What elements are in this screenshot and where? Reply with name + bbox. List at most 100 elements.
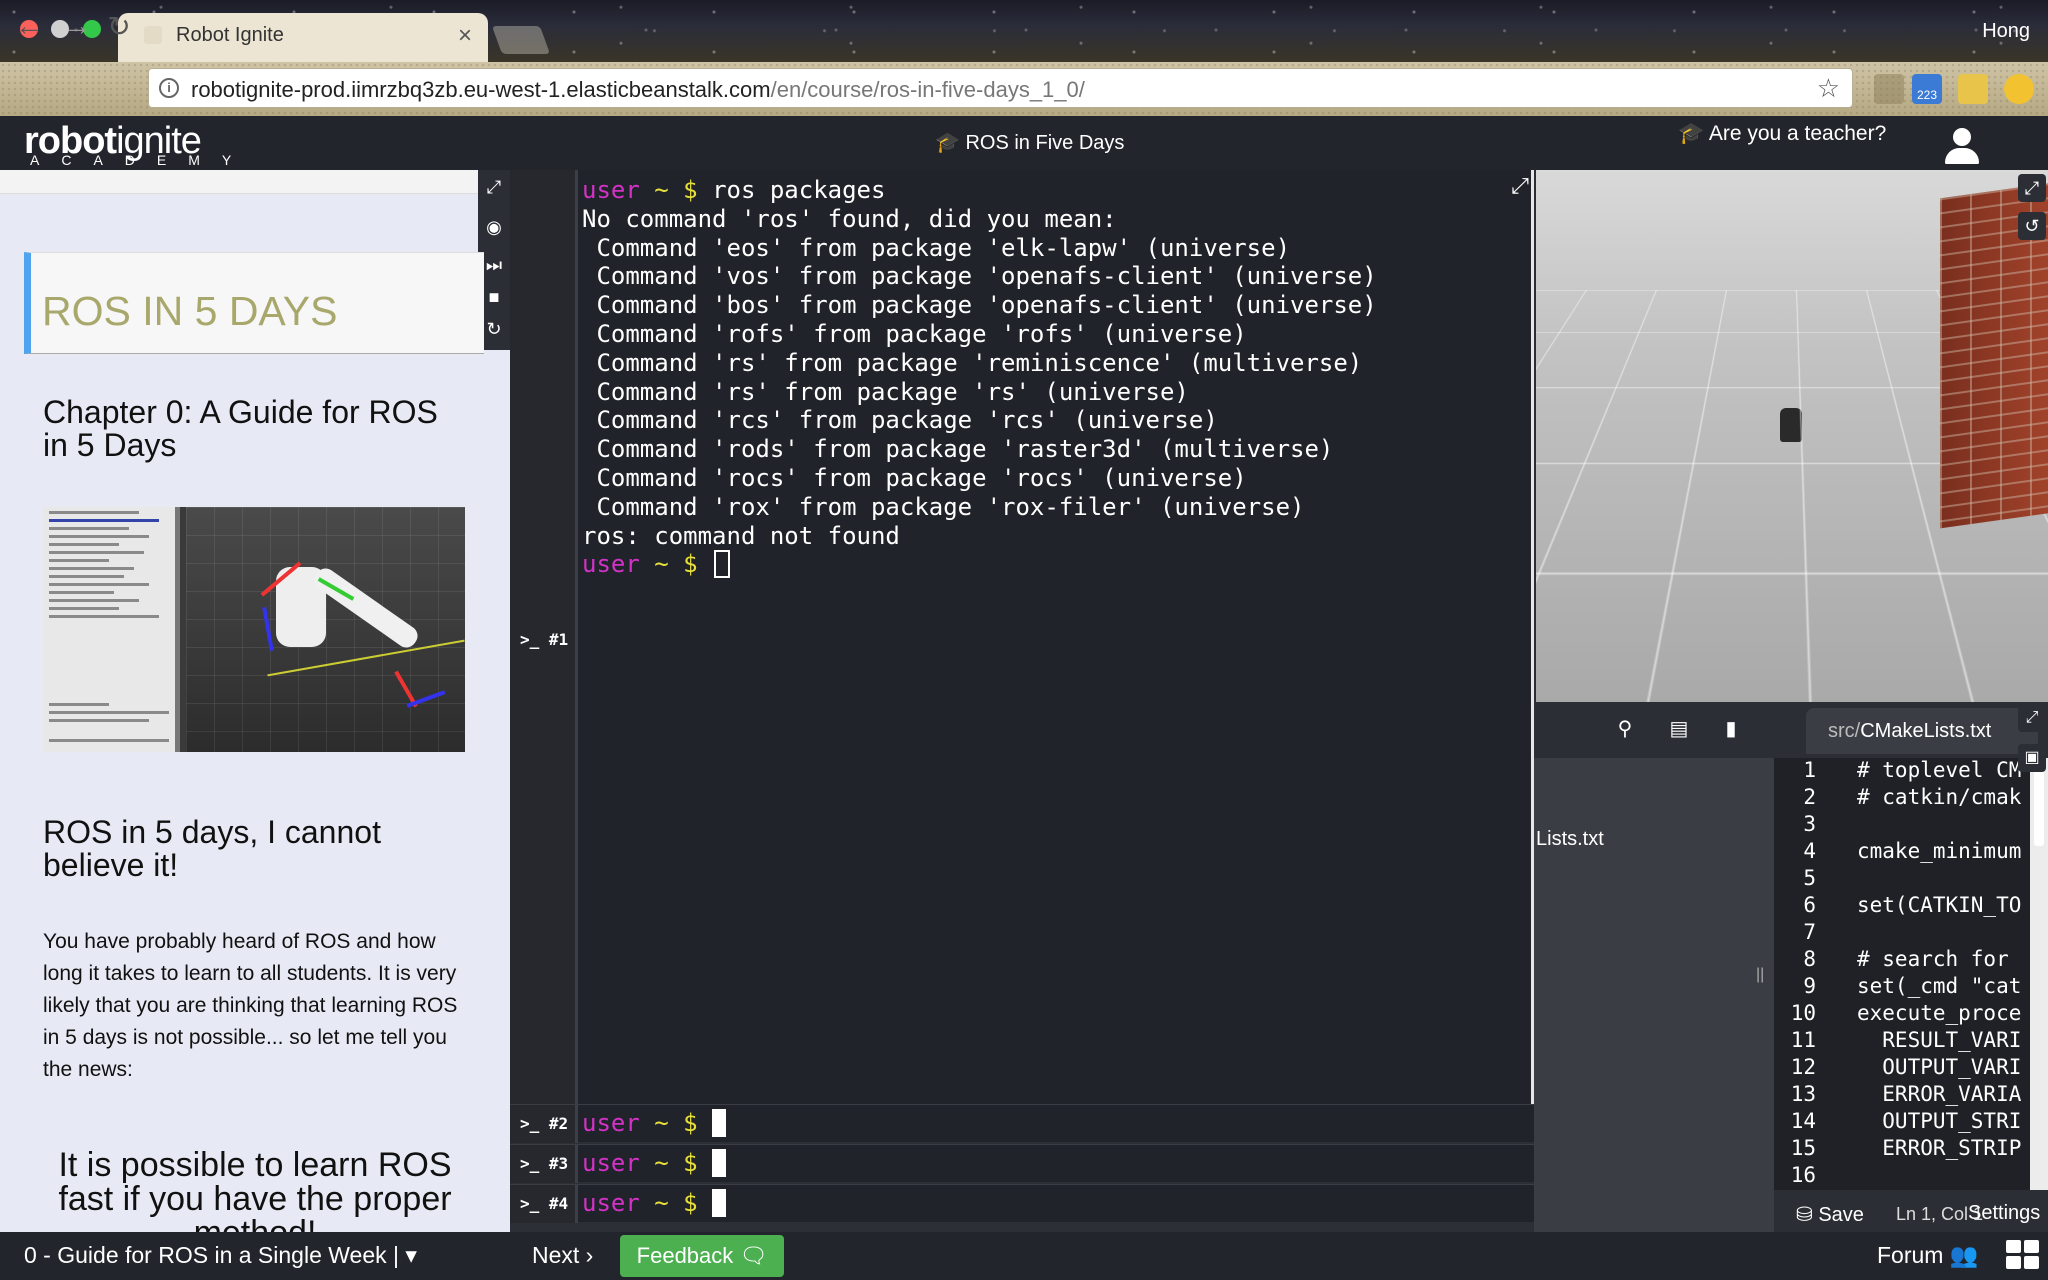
restart-icon[interactable]: ↻: [481, 316, 507, 342]
code-line: 14 OUTPUT_STRI: [1790, 1109, 2022, 1133]
forum-button[interactable]: Forum 👥: [1877, 1242, 1978, 1269]
prompt-dollar: $: [683, 176, 713, 204]
forward-arrow-icon[interactable]: →: [60, 10, 94, 42]
teacher-link[interactable]: 🎓 Are you a teacher?: [1678, 122, 1886, 146]
user-avatar-icon[interactable]: [1942, 126, 1982, 166]
chat-bubble-icon: 🗨: [733, 1243, 768, 1268]
terminal-line: Command 'rs' from package 'rs' (universe…: [582, 377, 1189, 406]
search-icon[interactable]: ⚲: [1612, 716, 1638, 742]
editor-tab-file: CMakeLists.txt: [1860, 720, 1992, 742]
panel-splitter[interactable]: ||: [1756, 966, 1764, 984]
editor-scroll-thumb[interactable]: [2034, 766, 2044, 846]
next-button[interactable]: Next ›: [532, 1242, 593, 1269]
terminal-3[interactable]: user ~ $: [510, 1144, 1534, 1183]
next-label: Next: [532, 1242, 580, 1268]
graduation-cap-icon: 🎓: [935, 132, 966, 154]
settings-button[interactable]: Settings: [1968, 1202, 2040, 1225]
monitor-icon[interactable]: ▣: [2018, 744, 2046, 772]
tab-close-icon[interactable]: ×: [458, 22, 472, 50]
simulated-robot: [1780, 408, 1802, 442]
prompt-tilde: ~: [639, 1189, 684, 1217]
terminal-4-prompt: user ~ $: [582, 1189, 727, 1217]
terminal-line: Command 'eos' from package 'elk-lapw' (u…: [582, 233, 1291, 262]
terminal-line: Command 'vos' from package 'openafs-clie…: [582, 262, 1377, 291]
prompt-dollar: $: [683, 1189, 713, 1217]
url-host: robotignite-prod.iimrzbq3zb.eu-west-1.el…: [191, 77, 771, 102]
course-title: 🎓 ROS in Five Days: [935, 130, 1124, 155]
browser-tab[interactable]: [118, 13, 488, 62]
notebook-top-band: [0, 170, 510, 194]
terminal-cursor: [712, 1189, 727, 1217]
prompt-tilde: ~: [639, 550, 684, 579]
code-line: 16: [1790, 1163, 1816, 1187]
code-line: 2 # catkin/cmak: [1803, 785, 2022, 809]
file-entry[interactable]: Lists.txt: [1536, 828, 1604, 851]
terminal-line: ros: command not found: [582, 521, 900, 550]
terminal-4[interactable]: user ~ $: [510, 1184, 1534, 1223]
step-forward-icon[interactable]: ⏭: [481, 252, 507, 278]
editor-tab-dir: src/: [1828, 720, 1861, 742]
terminal-line: Command 'bos' from package 'openafs-clie…: [582, 291, 1377, 320]
prompt-tilde: ~: [639, 1149, 684, 1177]
terminal-line: Command 'rox' from package 'rox-filer' (…: [582, 492, 1305, 521]
terminal-line: Command 'rcs' from package 'rcs' (univer…: [582, 406, 1218, 435]
back-arrow-icon[interactable]: ←: [12, 10, 46, 42]
code-area[interactable]: 1 # toplevel CM 2 # catkin/cmak 3 4 cmake_m…: [1774, 758, 2030, 1190]
terminal-cursor: [714, 550, 731, 579]
terminal-1-label[interactable]: >_ #1: [520, 630, 568, 649]
calendar-extension-icon[interactable]: 223: [1912, 74, 1942, 104]
code-line: 15 ERROR_STRIP: [1790, 1136, 2022, 1160]
feedback-button[interactable]: Feedback 🗨: [620, 1235, 784, 1277]
address-bar[interactable]: i robotignite-prod.iimrzbq3zb.eu-west-1.…: [148, 68, 1853, 108]
save-button[interactable]: ⛁ Save: [1796, 1202, 1864, 1227]
browser-profile-name[interactable]: Hong: [1982, 20, 2030, 43]
code-line: 4 cmake_minimum: [1803, 839, 2022, 863]
unit-selector-label: 0 - Guide for ROS in a Single Week |: [24, 1242, 399, 1268]
tab-favicon-icon: [144, 26, 162, 44]
prompt-user: user: [582, 1109, 640, 1137]
terminal-command: ros packages: [712, 176, 886, 204]
code-line: 3: [1803, 812, 1816, 836]
terminal-line: Command 'rofs' from package 'rofs' (univ…: [582, 319, 1247, 348]
expand-editor-icon[interactable]: ⤢: [2018, 704, 2046, 732]
terminal-2-label[interactable]: >_ #2: [520, 1114, 568, 1133]
intro-paragraph: You have probably heard of ROS and how l…: [43, 930, 458, 1081]
terminal-2[interactable]: user ~ $: [510, 1104, 1534, 1143]
teacher-link-text: Are you a teacher?: [1708, 122, 1887, 145]
extension-icon[interactable]: [1874, 74, 1904, 104]
drive-extension-icon[interactable]: [1958, 74, 1988, 104]
rviz-options-panel: [43, 507, 180, 752]
terminal-4-label[interactable]: >_ #4: [520, 1194, 568, 1213]
code-line: 9 set(_cmd "cat: [1803, 974, 2022, 998]
prompt-user: user: [582, 176, 640, 204]
expand-icon[interactable]: ⤢: [481, 174, 507, 200]
user-extension-icon[interactable]: [2004, 74, 2034, 104]
lock-icon[interactable]: ▮: [1718, 716, 1744, 742]
unit-selector[interactable]: 0 - Guide for ROS in a Single Week | ▾: [24, 1242, 417, 1269]
terminal-output[interactable]: user ~ $ ros packages No command 'ros' fo…: [582, 176, 1377, 579]
bookmark-star-icon[interactable]: ☆: [1817, 73, 1840, 104]
code-line: 11 RESULT_VARI: [1790, 1028, 2022, 1052]
editor-tab-label: src/CMakeLists.txt: [1828, 720, 1991, 743]
new-tab-button[interactable]: [491, 26, 551, 54]
layout-grid-icon[interactable]: [2006, 1240, 2042, 1272]
archive-icon[interactable]: ▤: [1666, 716, 1692, 742]
terminal-line: Command 'rs' from package 'reminiscence'…: [582, 348, 1363, 377]
prompt-user: user: [582, 1189, 640, 1217]
stop-icon[interactable]: ■: [481, 284, 507, 310]
code-line: 7: [1803, 920, 1816, 944]
info-icon[interactable]: i: [159, 78, 179, 98]
expand-simulation-icon[interactable]: ⤢: [2018, 174, 2046, 202]
terminal-3-prompt: user ~ $: [582, 1149, 727, 1177]
terminal-prompt-line: user ~ $: [582, 550, 1377, 579]
terminal-3-label[interactable]: >_ #3: [520, 1154, 568, 1173]
expand-terminal-icon[interactable]: ⤢: [1506, 172, 1534, 200]
hide-eye-icon[interactable]: ◉: [481, 214, 507, 240]
url-text[interactable]: robotignite-prod.iimrzbq3zb.eu-west-1.el…: [191, 77, 1085, 103]
terminal-line: Command 'rods' from package 'raster3d' (…: [582, 435, 1334, 464]
reload-icon[interactable]: ↻: [102, 10, 136, 43]
code-line: 6 set(CATKIN_TO: [1803, 893, 2022, 917]
reset-simulation-icon[interactable]: ↺: [2018, 212, 2046, 240]
code-line: 1 # toplevel CM: [1803, 758, 2022, 782]
feedback-label: Feedback: [636, 1243, 734, 1268]
